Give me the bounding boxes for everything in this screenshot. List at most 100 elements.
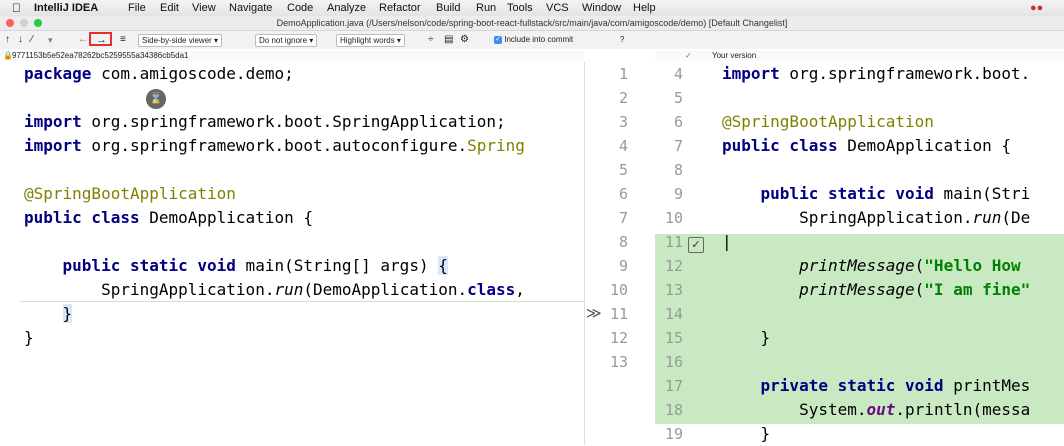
line-number: 13	[664, 281, 683, 299]
window-title-bar: DemoApplication.java (/Users/nelson/code…	[0, 16, 1064, 31]
commit-line-checkbox[interactable]: ✓	[688, 237, 704, 253]
back-arrow-icon[interactable]: ←	[78, 31, 88, 49]
line-number: 9	[618, 257, 628, 275]
line-number: 11	[664, 233, 683, 251]
highlight-select[interactable]: Highlight words ▾	[336, 34, 405, 47]
line-number: 8	[673, 161, 683, 179]
menu-tools[interactable]: Tools	[507, 0, 533, 16]
code-line: public class DemoApplication {	[24, 208, 313, 227]
right-revision-bar: ✓ Your version	[655, 50, 1064, 61]
menu-help[interactable]: Help	[633, 0, 656, 16]
window-title: DemoApplication.java (/Users/nelson/code…	[276, 18, 788, 28]
apply-change-icon[interactable]: ≫	[586, 302, 602, 326]
code-line: @SpringBootApplication	[24, 184, 236, 203]
code-line: printMessage("I am fine"	[799, 280, 1031, 299]
next-diff-icon[interactable]: ↓	[18, 31, 23, 49]
line-number: 4	[618, 137, 628, 155]
line-number: 10	[609, 281, 628, 299]
line-number: 13	[609, 353, 628, 371]
code-line: public class DemoApplication {	[722, 136, 1011, 155]
edit-source-icon[interactable]: ∕	[31, 31, 33, 49]
menu-navigate[interactable]: Navigate	[229, 0, 272, 16]
menu-view[interactable]: View	[192, 0, 216, 16]
help-button[interactable]: ?	[620, 31, 624, 49]
status-icon[interactable]: ●●	[1030, 0, 1043, 16]
viewer-select-label: Side-by-side viewer	[142, 36, 212, 45]
code-line: }	[722, 424, 771, 443]
line-number: 18	[664, 401, 683, 419]
dropdown-chevron-icon[interactable]: ▾	[48, 31, 53, 49]
line-number: 16	[664, 353, 683, 371]
line-number: 6	[673, 113, 683, 131]
menu-window[interactable]: Window	[582, 0, 621, 16]
line-number: 1	[618, 65, 628, 83]
code-line: SpringApplication.run(De	[722, 208, 1031, 227]
menu-analyze[interactable]: Analyze	[327, 0, 366, 16]
code-line: SpringApplication.run(DemoApplication.cl…	[24, 280, 525, 299]
line-number: 7	[673, 137, 683, 155]
text-cursor: |	[722, 232, 732, 251]
menu-run[interactable]: Run	[476, 0, 496, 16]
list-icon[interactable]: ≡	[120, 31, 126, 49]
code-line: @SpringBootApplication	[722, 112, 934, 131]
code-line: }	[24, 328, 34, 347]
previous-diff-icon[interactable]: ↑	[5, 31, 10, 49]
right-editor[interactable]: import org.springframework.boot. @Spring…	[722, 62, 1064, 445]
left-revision-bar: 🔒 9771153b5e52ea78262bc5259555a34386cb5d…	[0, 50, 584, 61]
diff-toolbar: ↑ ↓ ∕ ▾ ← → ≡ Side-by-side viewer ▾ Do n…	[0, 31, 1064, 49]
line-number: 12	[609, 329, 628, 347]
pane-divider[interactable]	[584, 62, 585, 445]
line-number: 12	[664, 257, 683, 275]
highlight-frame	[89, 32, 112, 46]
revision-hash: 9771153b5e52ea78262bc5259555a34386cb5da1	[12, 51, 189, 60]
change-separator	[20, 301, 584, 302]
line-number: 6	[618, 185, 628, 203]
code-line: import org.springframework.boot.	[722, 64, 1031, 83]
highlight-select-label: Highlight words	[340, 36, 395, 45]
line-number: 11	[609, 305, 628, 323]
line-number: 9	[673, 185, 683, 203]
menu-file[interactable]: File	[128, 0, 146, 16]
line-number: 19	[664, 425, 683, 443]
line-number: 4	[673, 65, 683, 83]
left-editor[interactable]: package com.amigoscode.demo; import org.…	[0, 62, 584, 445]
code-line: public static void main(Stri	[760, 184, 1031, 203]
check-icon: ✓	[685, 51, 692, 60]
menu-build[interactable]: Build	[436, 0, 460, 16]
line-number: 5	[618, 161, 628, 179]
include-commit-label: Include into commit	[504, 35, 574, 44]
code-line: printMessage("Hello How	[799, 256, 1031, 275]
menu-edit[interactable]: Edit	[160, 0, 179, 16]
include-commit-checkbox[interactable]: ✓ Include into commit	[494, 31, 573, 49]
hourglass-icon: ⌛	[146, 89, 166, 109]
menu-refactor[interactable]: Refactor	[379, 0, 421, 16]
mac-menu-bar:  IntelliJ IDEA File Edit View Navigate …	[0, 0, 1064, 17]
line-number: 8	[618, 233, 628, 251]
ignore-select-label: Do not ignore	[259, 36, 308, 45]
line-number: 7	[618, 209, 628, 227]
menu-code[interactable]: Code	[287, 0, 313, 16]
menu-app-name[interactable]: IntelliJ IDEA	[34, 0, 98, 16]
collapse-icon[interactable]: ÷	[428, 31, 434, 49]
code-line: package com.amigoscode.demo;	[24, 64, 294, 83]
line-number: 14	[664, 305, 683, 323]
apple-icon[interactable]: 	[12, 0, 21, 16]
settings-icon[interactable]: ⚙	[460, 31, 469, 49]
code-line: }	[62, 304, 73, 323]
code-line: public static void main(String[] args) {	[62, 256, 448, 275]
viewer-select[interactable]: Side-by-side viewer ▾	[138, 34, 223, 47]
line-number: 10	[664, 209, 683, 227]
line-number: 3	[618, 113, 628, 131]
code-line: import org.springframework.boot.autoconf…	[24, 136, 525, 155]
line-number: 5	[673, 89, 683, 107]
menu-vcs[interactable]: VCS	[546, 0, 569, 16]
code-line: import org.springframework.boot.SpringAp…	[24, 112, 506, 131]
code-line: }	[722, 328, 771, 347]
code-line: private static void printMes	[760, 376, 1031, 395]
line-number: 15	[664, 329, 683, 347]
your-version-label: Your version	[712, 51, 757, 60]
ignore-select[interactable]: Do not ignore ▾	[255, 34, 318, 47]
line-number: 17	[664, 377, 683, 395]
sync-scroll-icon[interactable]: ▤	[444, 31, 453, 49]
line-number: 2	[618, 89, 628, 107]
